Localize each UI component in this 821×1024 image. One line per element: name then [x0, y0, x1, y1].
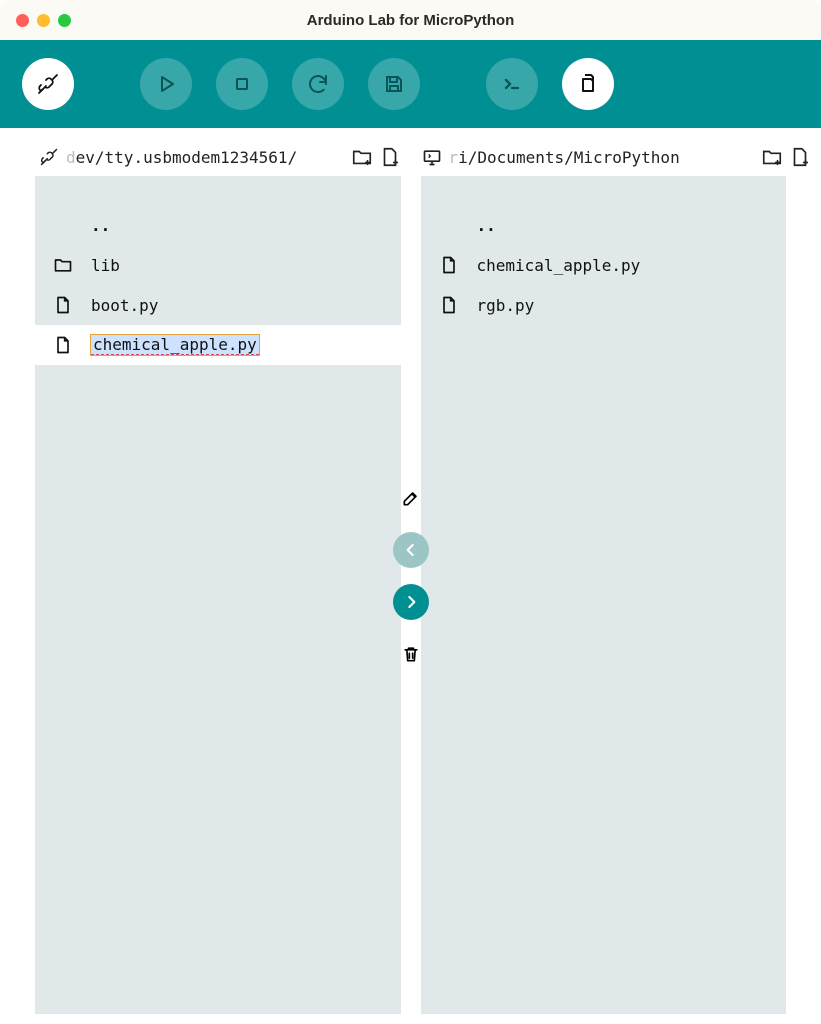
device-icon: [38, 146, 60, 168]
window-title: Arduino Lab for MicroPython: [0, 12, 821, 29]
copy-to-device-button[interactable]: [393, 532, 429, 568]
list-item[interactable]: lib: [35, 245, 401, 285]
list-item[interactable]: chemical_apple.py: [421, 245, 787, 285]
run-button[interactable]: [140, 58, 192, 110]
chevron-left-icon: [401, 540, 421, 560]
list-item[interactable]: ..: [35, 206, 401, 245]
save-icon: [382, 72, 406, 96]
file-name: ..: [477, 216, 496, 235]
connect-button[interactable]: [22, 58, 74, 110]
titlebar: Arduino Lab for MicroPython: [0, 0, 821, 40]
new-file-icon: [789, 146, 811, 168]
connect-icon: [36, 72, 60, 96]
file-icon: [53, 335, 73, 355]
edit-button[interactable]: [393, 480, 429, 516]
computer-path: ri/Documents/MicroPython: [449, 148, 756, 167]
file-name: ..: [91, 216, 110, 235]
window-controls: [16, 14, 71, 27]
edit-icon: [401, 488, 421, 508]
computer-icon: [421, 146, 443, 168]
list-item[interactable]: chemical_apple.py: [35, 325, 401, 365]
file-icon: [439, 295, 459, 315]
computer-panel-header: ri/Documents/MicroPython: [411, 146, 821, 176]
list-item[interactable]: boot.py: [35, 285, 401, 325]
file-icon: [439, 255, 459, 275]
delete-button[interactable]: [393, 636, 429, 672]
file-name: chemical_apple.py: [477, 256, 641, 275]
minimize-window-button[interactable]: [37, 14, 50, 27]
new-file-icon: [379, 146, 401, 168]
device-panel-header: dev/tty.usbmodem1234561/: [0, 146, 411, 176]
computer-panel: ri/Documents/MicroPython .. chemical_appl…: [411, 146, 821, 1024]
terminal-button[interactable]: [486, 58, 538, 110]
files-icon: [576, 72, 600, 96]
file-name: lib: [91, 256, 120, 275]
terminal-icon: [500, 72, 524, 96]
device-new-file-button[interactable]: [379, 146, 401, 168]
device-panel: dev/tty.usbmodem1234561/ .. lib boot.py che…: [0, 146, 411, 1024]
copy-to-computer-button[interactable]: [393, 584, 429, 620]
save-button[interactable]: [368, 58, 420, 110]
file-name: boot.py: [91, 296, 158, 315]
maximize-window-button[interactable]: [58, 14, 71, 27]
device-file-list: .. lib boot.py chemical_apple.py: [35, 176, 401, 1014]
stop-button[interactable]: [216, 58, 268, 110]
file-name: chemical_apple.py: [91, 335, 259, 355]
device-new-folder-button[interactable]: [351, 146, 373, 168]
transfer-controls: [393, 480, 429, 672]
device-path: dev/tty.usbmodem1234561/: [66, 148, 345, 167]
play-icon: [154, 72, 178, 96]
chevron-right-icon: [401, 592, 421, 612]
trash-icon: [401, 644, 421, 664]
list-item[interactable]: rgb.py: [421, 285, 787, 325]
main: dev/tty.usbmodem1234561/ .. lib boot.py che…: [0, 128, 821, 1024]
stop-icon: [230, 72, 254, 96]
computer-new-file-button[interactable]: [789, 146, 811, 168]
files-button[interactable]: [562, 58, 614, 110]
new-folder-icon: [351, 146, 373, 168]
file-icon: [53, 295, 73, 315]
reload-icon: [306, 72, 330, 96]
close-window-button[interactable]: [16, 14, 29, 27]
folder-icon: [53, 255, 73, 275]
computer-file-list: .. chemical_apple.py rgb.py: [421, 176, 787, 1014]
new-folder-icon: [761, 146, 783, 168]
computer-new-folder-button[interactable]: [761, 146, 783, 168]
file-name: rgb.py: [477, 296, 535, 315]
reload-button[interactable]: [292, 58, 344, 110]
toolbar: [0, 40, 821, 128]
list-item[interactable]: ..: [421, 206, 787, 245]
